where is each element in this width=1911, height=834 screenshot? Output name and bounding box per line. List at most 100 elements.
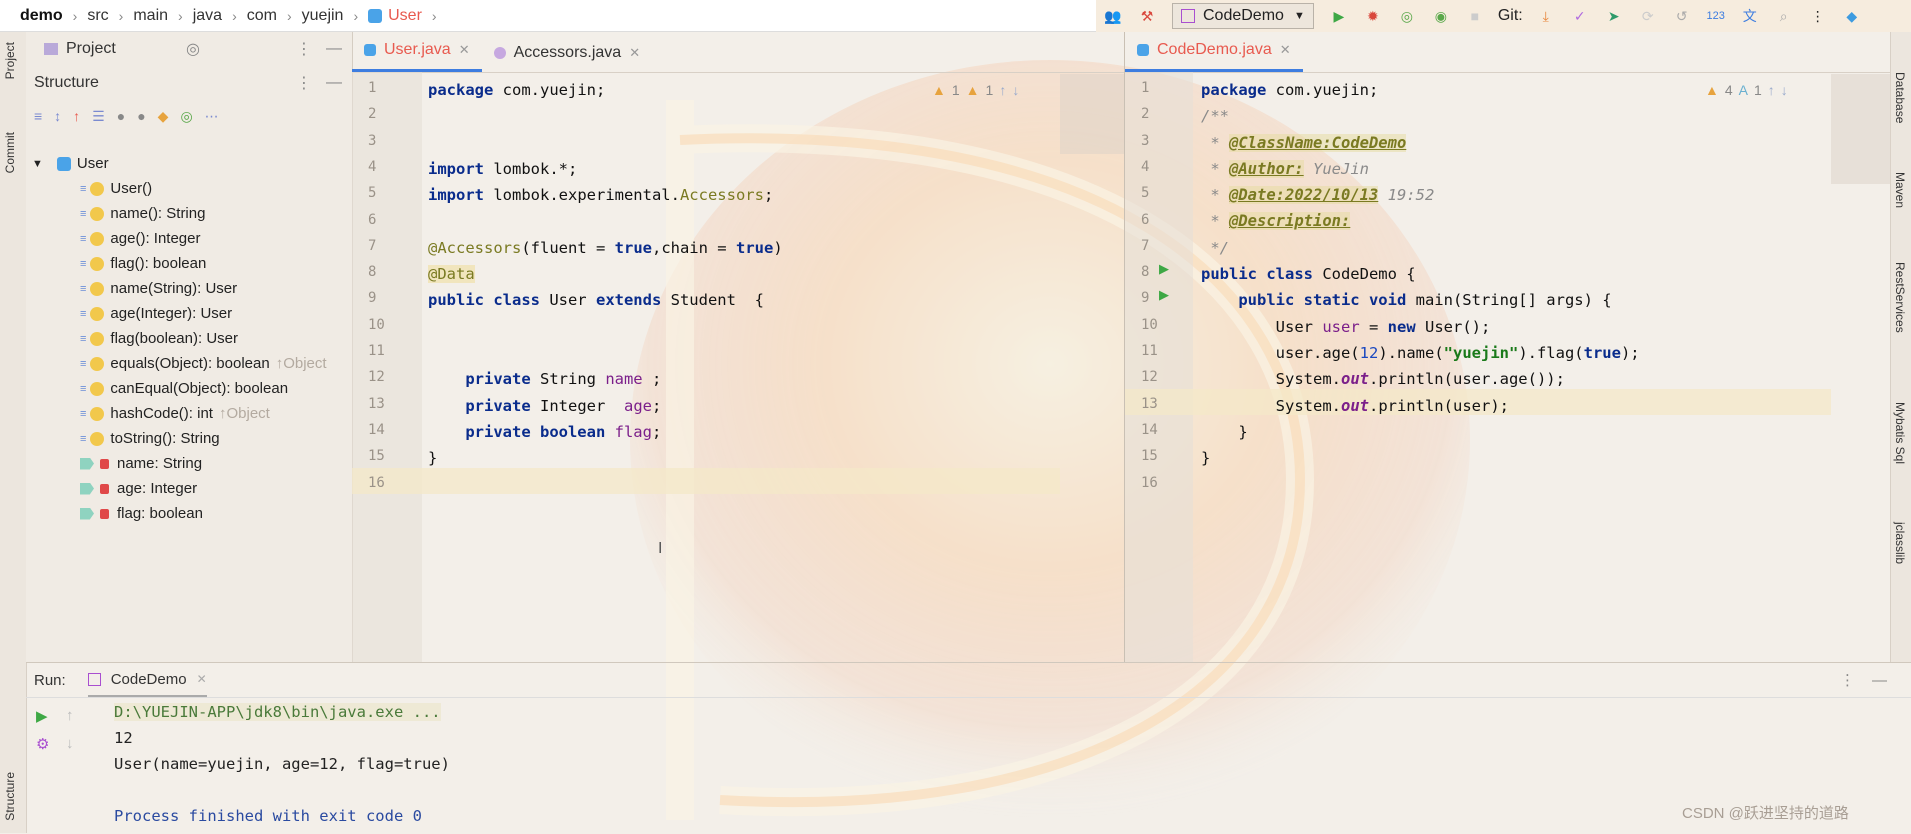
arrow-down-icon[interactable]: ↓ bbox=[66, 735, 74, 752]
restservices-tool-button[interactable]: RestServices bbox=[1893, 262, 1907, 333]
chevron-down-icon[interactable]: ▼ bbox=[32, 158, 43, 170]
minimize-icon[interactable]: — bbox=[326, 40, 342, 58]
tree-field[interactable]: name: String bbox=[80, 451, 202, 476]
run-gutter-icon[interactable]: ▶ bbox=[1159, 287, 1169, 303]
maven-tool-button[interactable]: Maven bbox=[1893, 172, 1907, 208]
more-icon[interactable]: ⋯ bbox=[205, 108, 219, 125]
minimap[interactable] bbox=[1831, 74, 1891, 184]
tab-user-java[interactable]: User.java ✕ bbox=[352, 31, 482, 72]
breadcrumb-item-src[interactable]: src bbox=[87, 7, 108, 25]
tree-member[interactable]: ≡ age(): Integer bbox=[80, 226, 200, 251]
lambda-icon[interactable]: ◎ bbox=[180, 108, 192, 125]
close-icon[interactable]: ✕ bbox=[459, 42, 470, 58]
mybatis-sql-tool-button[interactable]: Mybatis Sql bbox=[1893, 402, 1907, 464]
arrow-up-icon[interactable]: ↑ bbox=[1768, 82, 1775, 98]
history-icon[interactable]: ⟳ bbox=[1637, 5, 1659, 27]
filter2-icon[interactable]: ● bbox=[137, 108, 145, 124]
git-update-icon[interactable]: ⤓ bbox=[1535, 5, 1557, 27]
lock-icon bbox=[100, 458, 109, 469]
translate-icon[interactable]: 文 bbox=[1739, 5, 1761, 27]
run-tab[interactable]: CodeDemo ✕ bbox=[87, 663, 207, 697]
number-icon[interactable]: 123 bbox=[1705, 5, 1727, 27]
show-inherited-icon[interactable]: ↑ bbox=[73, 108, 80, 124]
target-icon[interactable]: ◎ bbox=[186, 39, 200, 59]
coverage-icon[interactable]: ◎ bbox=[1396, 5, 1418, 27]
show-anonymous-icon[interactable]: ◆ bbox=[158, 108, 169, 125]
run-gutter-icon[interactable]: ▶ bbox=[1159, 261, 1169, 277]
run-configuration-select[interactable]: CodeDemo ▼ bbox=[1172, 3, 1314, 29]
show-fields-icon[interactable]: ☰ bbox=[92, 108, 105, 125]
line-number: 11 bbox=[368, 343, 385, 359]
rollback-icon[interactable]: ↺ bbox=[1671, 5, 1693, 27]
close-icon[interactable]: ✕ bbox=[1280, 42, 1291, 58]
tree-root-user[interactable]: ▼ User bbox=[32, 151, 109, 176]
tree-field[interactable]: age: Integer bbox=[80, 476, 197, 501]
breadcrumb-item-yuejin[interactable]: yuejin bbox=[302, 7, 344, 25]
structure-panel-title[interactable]: Structure bbox=[34, 74, 99, 92]
tree-member[interactable]: ≡ hashCode(): int ↑Object bbox=[80, 401, 270, 426]
tab-codedemo-java[interactable]: CodeDemo.java ✕ bbox=[1125, 31, 1303, 72]
config-icon bbox=[87, 672, 101, 686]
minimize-icon[interactable]: — bbox=[1872, 672, 1887, 689]
code-area[interactable]: package com.yuejin; import lombok.*; impo… bbox=[428, 77, 783, 471]
commit-tool-button[interactable]: Commit bbox=[3, 132, 17, 173]
sort-visibility-icon[interactable]: ≡ bbox=[34, 108, 42, 124]
structure-tool-button[interactable]: Structure bbox=[3, 772, 17, 821]
breadcrumb-item-user[interactable]: User bbox=[388, 7, 422, 25]
line-number: 5 bbox=[1141, 185, 1150, 202]
options-icon[interactable]: ⋮ bbox=[1840, 671, 1855, 689]
breadcrumb-item-com[interactable]: com bbox=[247, 7, 277, 25]
tree-member[interactable]: ≡ name(): String bbox=[80, 201, 205, 226]
debug-icon[interactable]: ✹ bbox=[1362, 5, 1384, 27]
jclasslib-tool-button[interactable]: jclasslib bbox=[1893, 522, 1907, 564]
tree-field[interactable]: flag: boolean bbox=[80, 501, 203, 526]
options-icon[interactable]: ⋮ bbox=[296, 73, 312, 93]
project-panel-title[interactable]: Project bbox=[66, 40, 116, 58]
tree-member[interactable]: ≡ equals(Object): boolean ↑Object bbox=[80, 351, 327, 376]
ide-logo-icon[interactable]: ◆ bbox=[1841, 5, 1863, 27]
inspection-widget[interactable]: ▲ 1 ▲ 1 ↑ ↓ bbox=[932, 82, 1019, 98]
git-push-icon[interactable]: ➤ bbox=[1603, 5, 1625, 27]
profile-icon[interactable]: ◉ bbox=[1430, 5, 1452, 27]
typo-count: 1 bbox=[1754, 82, 1762, 98]
warning-icon: ▲ bbox=[1705, 82, 1719, 98]
tree-member[interactable]: ≡ flag(boolean): User bbox=[80, 326, 238, 351]
tree-member[interactable]: ≡ canEqual(Object): boolean bbox=[80, 376, 288, 401]
search-icon[interactable]: ⌕ bbox=[1773, 5, 1795, 27]
options-icon[interactable]: ⋮ bbox=[296, 39, 312, 59]
tree-member[interactable]: ≡ age(Integer): User bbox=[80, 301, 232, 326]
line-number: 13 bbox=[1141, 395, 1158, 412]
tree-member[interactable]: ≡ toString(): String bbox=[80, 426, 220, 451]
settings-icon[interactable]: ⚙ bbox=[36, 735, 49, 753]
tree-member[interactable]: ≡ User() bbox=[80, 176, 152, 201]
git-commit-icon[interactable]: ✓ bbox=[1569, 5, 1591, 27]
sort-alpha-icon[interactable]: ↕ bbox=[54, 108, 61, 124]
breadcrumb-item-java[interactable]: java bbox=[193, 7, 222, 25]
arrow-down-icon[interactable]: ↓ bbox=[1012, 82, 1019, 98]
close-icon[interactable]: ✕ bbox=[629, 45, 640, 61]
run-icon[interactable]: ▶ bbox=[1328, 5, 1350, 27]
close-icon[interactable]: ✕ bbox=[197, 672, 207, 686]
code-line: user.age(12).name("yuejin").flag(true); bbox=[1275, 343, 1640, 362]
breadcrumb-item-demo[interactable]: demo bbox=[20, 7, 63, 25]
arrow-up-icon[interactable]: ↑ bbox=[999, 82, 1006, 98]
minimap[interactable] bbox=[1060, 74, 1124, 154]
tab-accessors-java[interactable]: Accessors.java ✕ bbox=[482, 34, 653, 72]
breadcrumb-item-main[interactable]: main bbox=[133, 7, 168, 25]
tree-member[interactable]: ≡ flag(): boolean bbox=[80, 251, 206, 276]
more-icon[interactable]: ⋮ bbox=[1807, 5, 1829, 27]
database-tool-button[interactable]: Database bbox=[1893, 72, 1907, 123]
code-area[interactable]: package com.yuejin; /** * @ClassName:Code… bbox=[1201, 77, 1640, 471]
inspection-widget[interactable]: ▲ 4 A1 ↑ ↓ bbox=[1705, 82, 1788, 98]
minimize-icon[interactable]: — bbox=[326, 74, 342, 92]
rerun-icon[interactable]: ▶ bbox=[36, 707, 48, 725]
arrow-up-icon[interactable]: ↑ bbox=[66, 707, 74, 724]
filter-icon[interactable]: ● bbox=[117, 108, 125, 124]
project-tool-button[interactable]: Project bbox=[3, 42, 17, 79]
tree-member[interactable]: ≡ name(String): User bbox=[80, 276, 237, 301]
left-tool-strip: Project Commit Structure bbox=[0, 32, 27, 833]
stop-icon[interactable]: ■ bbox=[1464, 5, 1486, 27]
build-hammer-icon[interactable]: ⚒ bbox=[1136, 5, 1158, 27]
arrow-down-icon[interactable]: ↓ bbox=[1781, 82, 1788, 98]
users-icon[interactable]: 👥 bbox=[1102, 5, 1124, 27]
